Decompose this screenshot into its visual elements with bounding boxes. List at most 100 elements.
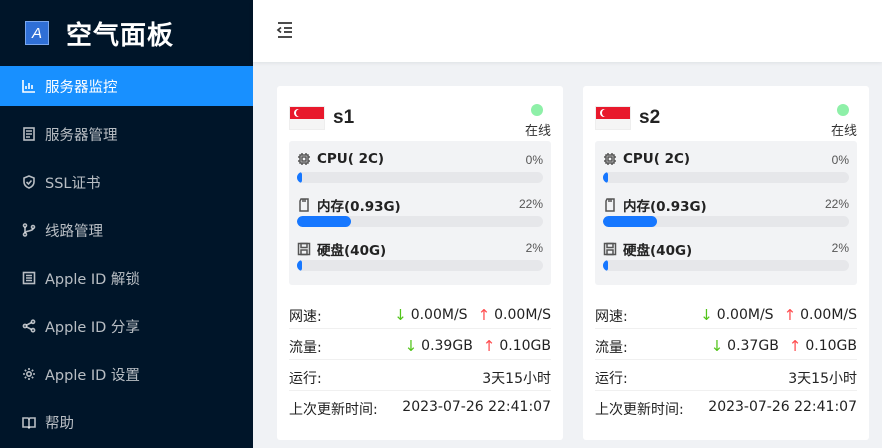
arrow-down-icon: ↓: [404, 337, 418, 355]
menu-fold-icon[interactable]: [275, 20, 295, 40]
memory-progress-fill: [603, 216, 658, 227]
speed-up: 0.00M/S: [494, 307, 551, 323]
disk-percent: 2%: [831, 241, 849, 255]
singapore-flag-icon: [289, 106, 325, 130]
disk-percent: 2%: [525, 241, 543, 255]
sidebar-item-server-monitor[interactable]: 服务器监控: [0, 66, 253, 106]
resource-panel: CPU( 2C) 0% 内存(0.93G) 22% 硬盘(40G) 2%: [289, 141, 551, 285]
server-card[interactable]: s2 在线 CPU( 2C) 0% 内存(0.93G) 22% 硬盘(40G) …: [583, 86, 869, 440]
uptime-label: 运行:: [289, 371, 322, 387]
status-dot-icon: [837, 104, 849, 116]
uptime-row: 运行: 3天15小时: [595, 364, 857, 388]
sidebar-item-label: 线路管理: [45, 223, 103, 240]
cpu-icon: [297, 152, 317, 166]
top-header: [253, 0, 882, 62]
traffic-down: 0.37GB: [727, 338, 779, 354]
server-card[interactable]: s1 在线 CPU( 2C) 0% 内存(0.93G) 22% 硬盘(40G) …: [277, 86, 563, 440]
gear-icon: [22, 367, 36, 381]
divider: [289, 359, 551, 360]
speed-label: 网速:: [289, 309, 322, 325]
cpu-percent: 0%: [831, 153, 849, 167]
uptime-value: 3天15小时: [788, 371, 857, 387]
traffic-up: 0.10GB: [805, 338, 857, 354]
divider: [595, 359, 857, 360]
uptime-value: 3天15小时: [482, 371, 551, 387]
logo[interactable]: A 空气面板: [0, 0, 253, 66]
disk-progress-fill: [603, 260, 608, 271]
memory-label: 内存(0.93G): [623, 199, 707, 215]
last-updated-row: 上次更新时间: 2023-07-26 22:41:07: [289, 395, 551, 419]
arrow-down-icon: ↓: [700, 306, 713, 324]
last-updated-label: 上次更新时间:: [595, 402, 684, 418]
traffic-down: 0.39GB: [421, 338, 473, 354]
shield-icon: [22, 175, 36, 189]
disk-label: 硬盘(40G): [623, 243, 693, 259]
speed-down: 0.00M/S: [410, 307, 468, 323]
arrow-up-icon: ↑: [482, 337, 496, 355]
sidebar-item-label: 帮助: [45, 415, 74, 432]
chart-icon: [22, 79, 36, 93]
sidebar-item-label: SSL证书: [45, 175, 101, 192]
cpu-progress-bar: [297, 172, 543, 183]
resource-panel: CPU( 2C) 0% 内存(0.93G) 22% 硬盘(40G) 2%: [595, 141, 857, 285]
sidebar-item-label: Apple ID 设置: [45, 367, 140, 384]
disk-label: 硬盘(40G): [317, 243, 387, 259]
memory-icon: [603, 198, 623, 212]
sidebar-item-appleid-unlock[interactable]: Apple ID 解锁: [0, 258, 253, 298]
sidebar-item-label: Apple ID 分享: [45, 319, 140, 336]
server-name: s2: [639, 107, 661, 128]
arrow-up-icon: ↑: [477, 306, 491, 324]
cpu-progress-fill: [297, 172, 302, 183]
last-updated-value: 2023-07-26 22:41:07: [402, 399, 551, 415]
sidebar-item-ssl[interactable]: SSL证书: [0, 162, 253, 202]
cpu-icon: [603, 152, 623, 166]
traffic-row: 流量: ↓ 0.39GB ↑ 0.10GB: [289, 333, 551, 357]
sidebar-item-server-manage[interactable]: 服务器管理: [0, 114, 253, 154]
sidebar-item-label: 服务器管理: [45, 127, 118, 144]
disk-progress-bar: [297, 260, 543, 271]
cpu-progress-fill: [603, 172, 608, 183]
disk-icon: [603, 242, 623, 256]
sidebar-item-label: Apple ID 解锁: [45, 271, 140, 288]
status-text: 在线: [830, 124, 857, 139]
disk-icon: [297, 242, 317, 256]
list-icon: [22, 271, 36, 285]
sidebar-menu: 服务器监控 服务器管理 SSL证书 线路管理 Apple ID 解锁 Apple…: [0, 66, 253, 442]
memory-percent: 22%: [824, 197, 849, 211]
divider: [289, 390, 551, 391]
cpu-label: CPU( 2C): [623, 151, 691, 167]
sidebar-item-help[interactable]: 帮助: [0, 402, 253, 442]
sidebar-item-routes[interactable]: 线路管理: [0, 210, 253, 250]
arrow-down-icon: ↓: [394, 306, 407, 324]
disk-progress-bar: [603, 260, 849, 271]
status-text: 在线: [524, 124, 551, 139]
last-updated-value: 2023-07-26 22:41:07: [708, 399, 857, 415]
memory-label: 内存(0.93G): [317, 199, 401, 215]
sidebar-item-appleid-settings[interactable]: Apple ID 设置: [0, 354, 253, 394]
uptime-label: 运行:: [595, 371, 628, 387]
traffic-label: 流量:: [595, 340, 628, 356]
memory-percent: 22%: [518, 197, 543, 211]
divider: [595, 328, 857, 329]
speed-up: 0.00M/S: [800, 307, 857, 323]
branch-icon: [22, 223, 36, 237]
network-speed-row: 网速: ↓ 0.00M/S ↑ 0.00M/S: [595, 302, 857, 326]
traffic-up: 0.10GB: [499, 338, 551, 354]
arrow-up-icon: ↑: [783, 306, 797, 324]
cpu-percent: 0%: [525, 153, 543, 167]
server-card-header: s2 在线: [595, 104, 857, 139]
cpu-progress-bar: [603, 172, 849, 183]
sidebar-item-appleid-share[interactable]: Apple ID 分享: [0, 306, 253, 346]
singapore-flag-icon: [595, 106, 631, 130]
memory-progress-bar: [603, 216, 849, 227]
disk-progress-fill: [297, 260, 302, 271]
server-card-header: s1 在线: [289, 104, 551, 139]
sidebar-item-label: 服务器监控: [45, 79, 118, 96]
app-title: 空气面板: [66, 20, 175, 51]
book-icon: [22, 415, 36, 429]
status-dot-icon: [531, 104, 543, 116]
divider: [289, 328, 551, 329]
traffic-row: 流量: ↓ 0.37GB ↑ 0.10GB: [595, 333, 857, 357]
server-name: s1: [333, 107, 355, 128]
speed-label: 网速:: [595, 309, 628, 325]
